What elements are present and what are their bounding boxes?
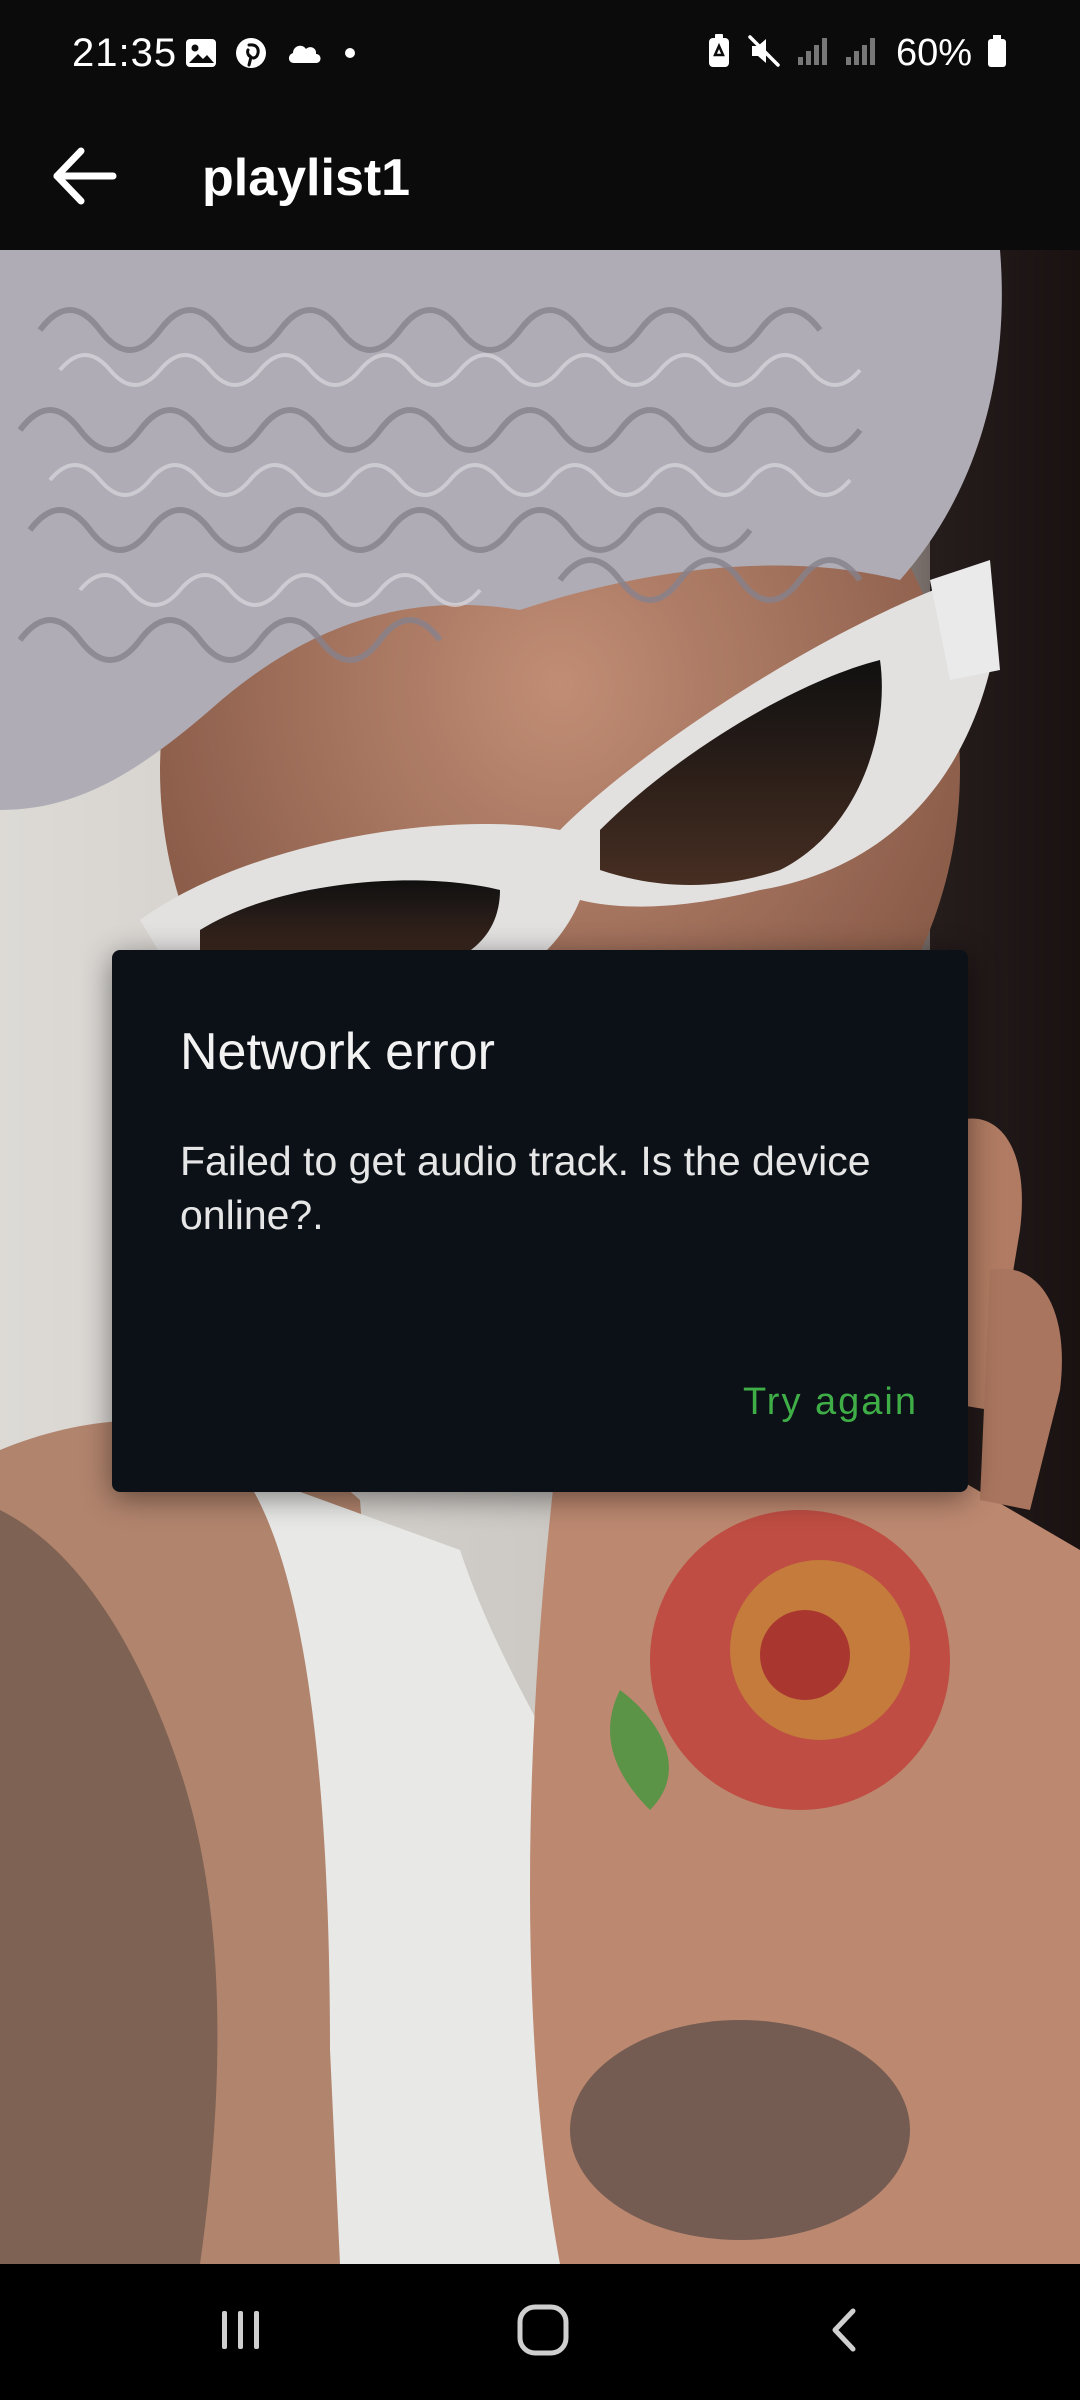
gallery-icon <box>184 36 218 75</box>
cloud-icon <box>284 38 324 73</box>
recent-apps-icon <box>216 2305 266 2360</box>
home-icon <box>515 2302 571 2363</box>
battery-saver-icon <box>706 33 732 74</box>
system-status: 60% <box>706 30 1008 76</box>
app-bar: playlist1 <box>0 106 1080 250</box>
try-again-button[interactable]: Try again <box>737 1366 924 1438</box>
arrow-left-icon <box>49 141 119 216</box>
status-bar: 21:35 60% <box>0 0 1080 106</box>
back-icon <box>819 2305 869 2360</box>
signal-icon <box>796 35 830 72</box>
battery-icon <box>986 33 1008 74</box>
dialog-title: Network error <box>180 1023 495 1081</box>
status-time: 21:35 <box>72 31 178 75</box>
recent-apps-button[interactable] <box>181 2288 301 2376</box>
notification-icons <box>184 36 360 74</box>
dialog-message: Failed to get audio track. Is the device… <box>180 1138 871 1238</box>
home-button[interactable] <box>483 2288 603 2376</box>
system-back-button[interactable] <box>784 2288 904 2376</box>
system-navigation-bar <box>0 2264 1080 2400</box>
dot-icon <box>340 43 360 68</box>
pinterest-icon <box>234 36 268 75</box>
network-error-dialog: Network error Failed to get audio track.… <box>112 950 968 1492</box>
battery-percent: 60% <box>895 32 972 74</box>
signal-icon <box>844 35 878 72</box>
mute-icon <box>746 33 782 74</box>
back-button[interactable] <box>40 134 128 222</box>
page-title: playlist1 <box>202 149 411 207</box>
